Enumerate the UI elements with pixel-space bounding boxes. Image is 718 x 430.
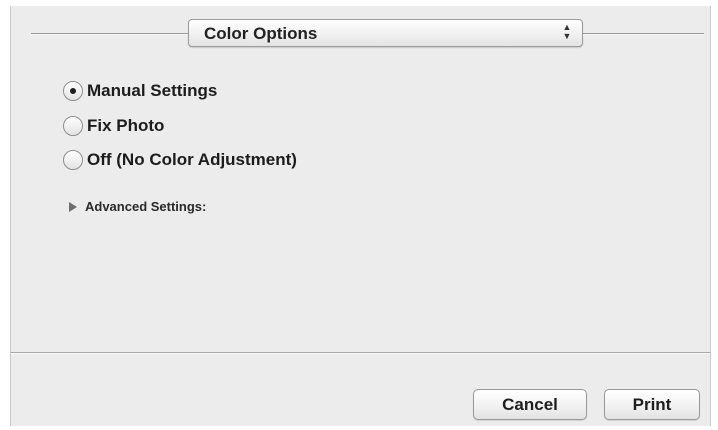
advanced-settings-label: Advanced Settings: bbox=[85, 199, 207, 214]
radio-option-manual-settings[interactable]: Manual Settings bbox=[63, 79, 217, 103]
radio-label-off: Off (No Color Adjustment) bbox=[87, 150, 297, 169]
footer-separator bbox=[11, 352, 710, 353]
radio-button-off[interactable] bbox=[63, 150, 83, 170]
panel-selector-popup[interactable]: Color Options ▲ ▼ bbox=[188, 19, 583, 47]
header-separator-left bbox=[31, 33, 188, 34]
radio-label-manual-settings: Manual Settings bbox=[87, 81, 218, 100]
print-button[interactable]: Print bbox=[604, 389, 700, 420]
disclosure-triangle-icon[interactable] bbox=[69, 201, 77, 212]
radio-button-fix-photo[interactable] bbox=[63, 116, 83, 136]
advanced-settings-disclosure[interactable]: Advanced Settings: bbox=[69, 199, 206, 214]
up-down-arrows-icon: ▲ ▼ bbox=[562, 22, 572, 41]
cancel-button[interactable]: Cancel bbox=[473, 389, 587, 420]
radio-label-fix-photo: Fix Photo bbox=[87, 116, 165, 135]
header-separator-right bbox=[583, 33, 704, 34]
radio-option-off[interactable]: Off (No Color Adjustment) bbox=[63, 148, 297, 172]
radio-option-fix-photo[interactable]: Fix Photo bbox=[63, 114, 164, 138]
panel-selector-label: Color Options bbox=[204, 24, 318, 43]
print-dialog-panel: Color Options ▲ ▼ Manual Settings Fix Pho… bbox=[10, 6, 711, 426]
radio-button-manual-settings[interactable] bbox=[63, 81, 83, 101]
